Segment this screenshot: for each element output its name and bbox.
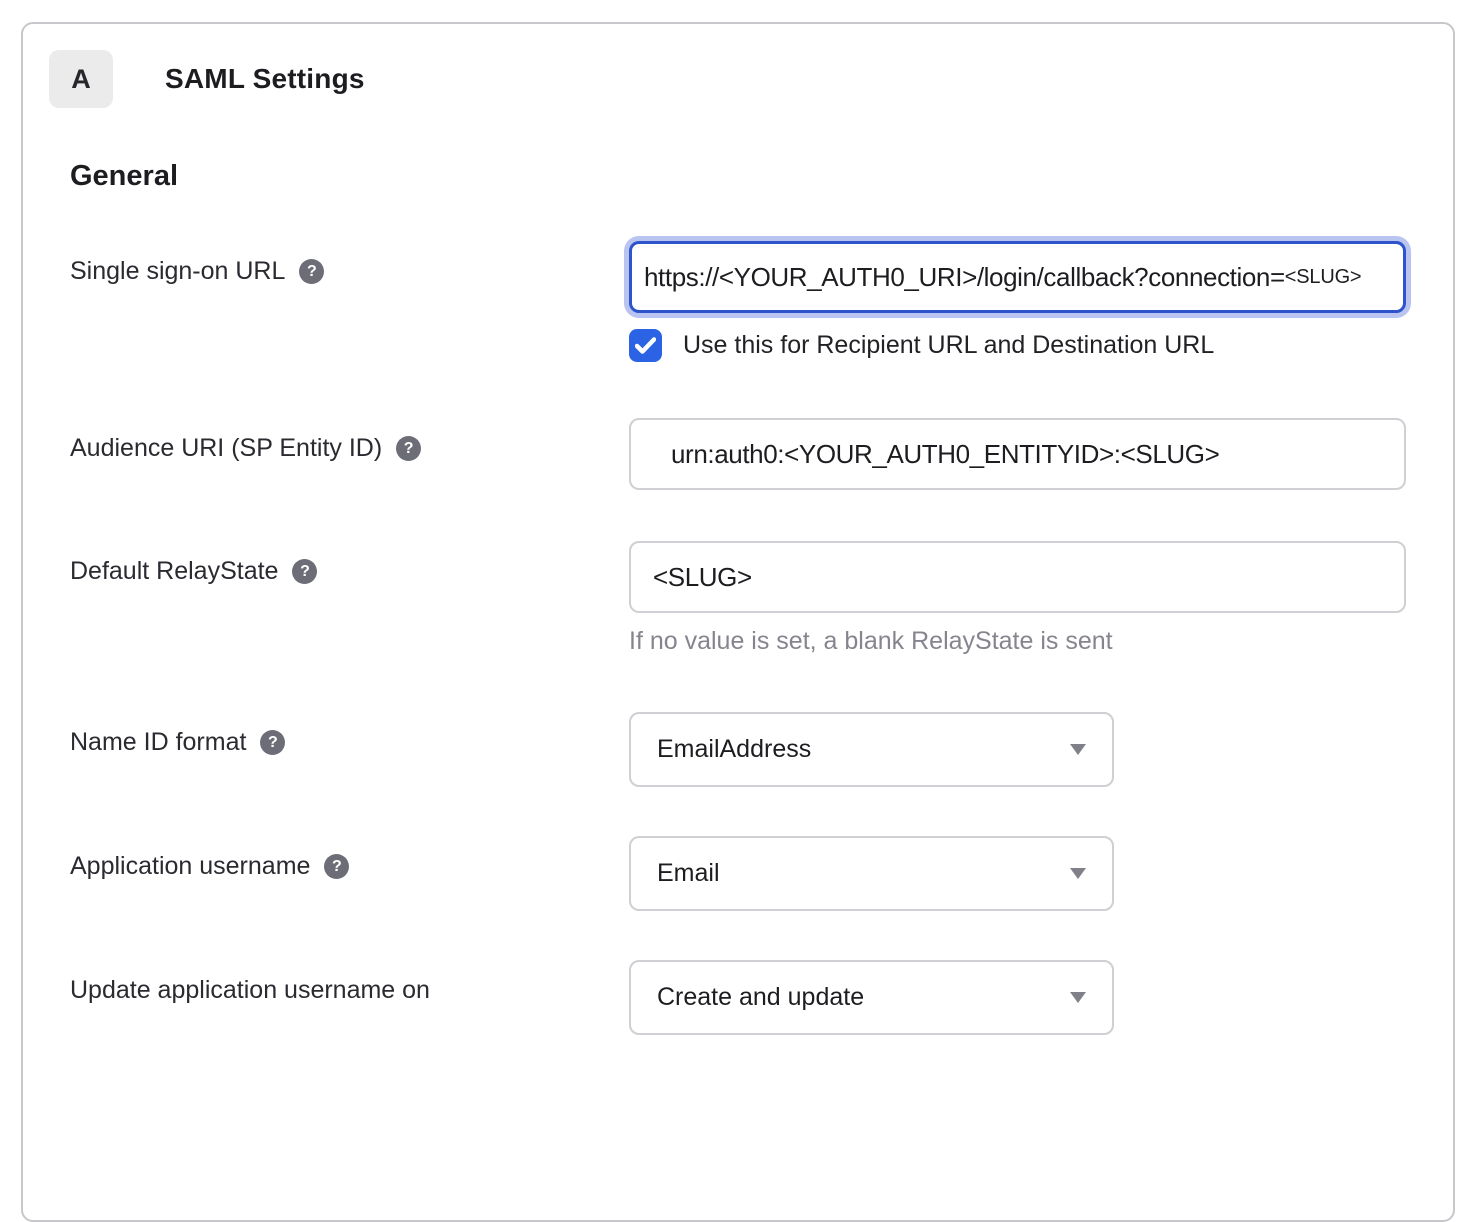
control-col: <SLUG> If no value is set, a blank Relay… bbox=[629, 541, 1406, 656]
application-username-value: Email bbox=[657, 859, 720, 888]
control-col: EmailAddress bbox=[629, 712, 1406, 787]
saml-settings-form: Single sign-on URL? https://<YOUR_AUTH0_… bbox=[23, 241, 1453, 1035]
audience-uri-value: urn:auth0:<YOUR_AUTH0_ENTITYID>:<SLUG> bbox=[671, 439, 1219, 470]
checkmark-icon bbox=[635, 337, 656, 354]
help-icon[interactable]: ? bbox=[299, 259, 324, 284]
audience-uri-input[interactable]: urn:auth0:<YOUR_AUTH0_ENTITYID>:<SLUG> bbox=[629, 418, 1406, 490]
chevron-down-icon bbox=[1070, 992, 1086, 1003]
help-icon[interactable]: ? bbox=[292, 559, 317, 584]
label-col: Default RelayState? bbox=[70, 541, 629, 656]
help-icon[interactable]: ? bbox=[324, 854, 349, 879]
row-application-username: Application username? Email bbox=[70, 836, 1406, 911]
application-username-label: Application username bbox=[70, 852, 310, 880]
audience-uri-label: Audience URI (SP Entity ID) bbox=[70, 434, 382, 462]
help-icon[interactable]: ? bbox=[396, 436, 421, 461]
single-sign-on-url-input[interactable]: https://<YOUR_AUTH0_URI>/login/callback?… bbox=[629, 241, 1406, 313]
recipient-url-checkbox-label: Use this for Recipient URL and Destinati… bbox=[683, 331, 1214, 360]
card-header: A SAML Settings bbox=[49, 50, 1406, 108]
row-audience-uri: Audience URI (SP Entity ID)? urn:auth0:<… bbox=[70, 418, 1406, 490]
name-id-format-label: Name ID format bbox=[70, 728, 246, 756]
general-section-heading: General bbox=[70, 160, 1406, 193]
step-badge: A bbox=[49, 50, 113, 108]
control-col: Create and update bbox=[629, 960, 1406, 1035]
chevron-down-icon bbox=[1070, 868, 1086, 879]
row-single-sign-on-url: Single sign-on URL? https://<YOUR_AUTH0_… bbox=[70, 241, 1406, 362]
sso-url-value: https://<YOUR_AUTH0_URI>/login/callback?… bbox=[644, 262, 1285, 293]
default-relaystate-label: Default RelayState bbox=[70, 557, 278, 585]
control-col: https://<YOUR_AUTH0_URI>/login/callback?… bbox=[629, 241, 1406, 362]
update-application-username-select[interactable]: Create and update bbox=[629, 960, 1114, 1035]
label-col: Application username? bbox=[70, 836, 629, 911]
name-id-format-select[interactable]: EmailAddress bbox=[629, 712, 1114, 787]
label-col: Update application username on bbox=[70, 960, 629, 1035]
label-col: Name ID format? bbox=[70, 712, 629, 787]
label-col: Audience URI (SP Entity ID)? bbox=[70, 418, 629, 490]
relaystate-helper-text: If no value is set, a blank RelayState i… bbox=[629, 627, 1406, 656]
application-username-select[interactable]: Email bbox=[629, 836, 1114, 911]
chevron-down-icon bbox=[1070, 744, 1086, 755]
control-col: urn:auth0:<YOUR_AUTH0_ENTITYID>:<SLUG> bbox=[629, 418, 1406, 490]
control-col: Email bbox=[629, 836, 1406, 911]
row-update-application-username-on: Update application username on Create an… bbox=[70, 960, 1406, 1035]
row-default-relaystate: Default RelayState? <SLUG> If no value i… bbox=[70, 541, 1406, 656]
saml-settings-card: A SAML Settings General Single sign-on U… bbox=[21, 22, 1455, 1222]
single-sign-on-url-label: Single sign-on URL bbox=[70, 257, 285, 285]
recipient-url-checkbox[interactable] bbox=[629, 329, 662, 362]
sso-url-slug: <SLUG> bbox=[1285, 266, 1362, 289]
update-application-username-on-label: Update application username on bbox=[70, 976, 430, 1004]
update-application-username-value: Create and update bbox=[657, 983, 864, 1012]
row-name-id-format: Name ID format? EmailAddress bbox=[70, 712, 1406, 787]
label-col: Single sign-on URL? bbox=[70, 241, 629, 362]
help-icon[interactable]: ? bbox=[260, 730, 285, 755]
name-id-format-value: EmailAddress bbox=[657, 735, 811, 764]
default-relaystate-input[interactable]: <SLUG> bbox=[629, 541, 1406, 613]
page-title: SAML Settings bbox=[165, 63, 365, 95]
default-relaystate-value: <SLUG> bbox=[653, 562, 752, 593]
recipient-url-checkbox-row: Use this for Recipient URL and Destinati… bbox=[629, 329, 1406, 362]
